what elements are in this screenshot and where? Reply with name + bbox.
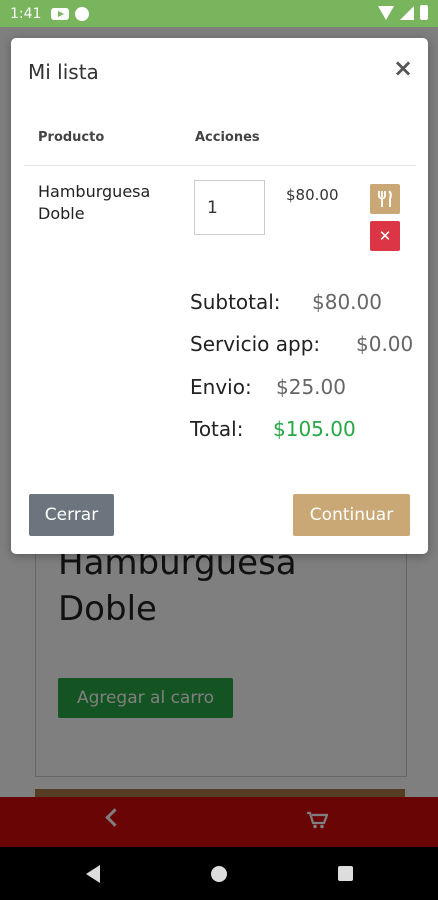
status-bar: 1:41 (0, 0, 438, 27)
modal-title: Mi lista (28, 60, 99, 84)
quantity-input[interactable] (194, 180, 265, 235)
subtotal-label: Subtotal: (190, 290, 281, 314)
column-header-actions: Acciones (195, 130, 260, 145)
system-navigation-bar (0, 847, 438, 900)
item-price: $80.00 (286, 186, 339, 204)
signal-icon (400, 5, 414, 20)
status-system-icons (378, 5, 428, 20)
service-label: Servicio app: (190, 332, 321, 356)
close-icon[interactable]: × (393, 54, 413, 82)
nav-recents-icon[interactable] (338, 866, 353, 881)
total-label: Total: (190, 417, 244, 441)
bottom-nav-overlay (0, 797, 438, 847)
battery-icon (420, 5, 428, 20)
nav-home-icon[interactable] (211, 866, 227, 882)
subtotal-value: $80.00 (312, 290, 382, 314)
total-value: $105.00 (273, 417, 356, 441)
column-header-product: Producto (38, 130, 105, 145)
cart-modal: Mi lista × Producto Acciones Hamburguesa… (11, 38, 428, 554)
header-divider (24, 165, 416, 166)
status-notifications (51, 6, 90, 21)
youtube-icon (51, 7, 70, 20)
status-time: 1:41 (10, 5, 42, 22)
utensils-button[interactable] (370, 184, 400, 214)
utensils-icon (378, 190, 392, 207)
close-button[interactable]: Cerrar (29, 494, 114, 536)
item-name: Hamburguesa Doble (38, 182, 151, 223)
shipping-value: $25.00 (276, 375, 346, 399)
shipping-label: Envio: (190, 375, 252, 399)
wifi-icon (378, 5, 394, 20)
service-value: $0.00 (356, 332, 414, 356)
nav-back-icon[interactable] (86, 865, 100, 883)
remove-icon[interactable]: ✕ (370, 221, 400, 251)
continue-button[interactable]: Continuar (293, 494, 410, 536)
app-icon (75, 6, 90, 21)
